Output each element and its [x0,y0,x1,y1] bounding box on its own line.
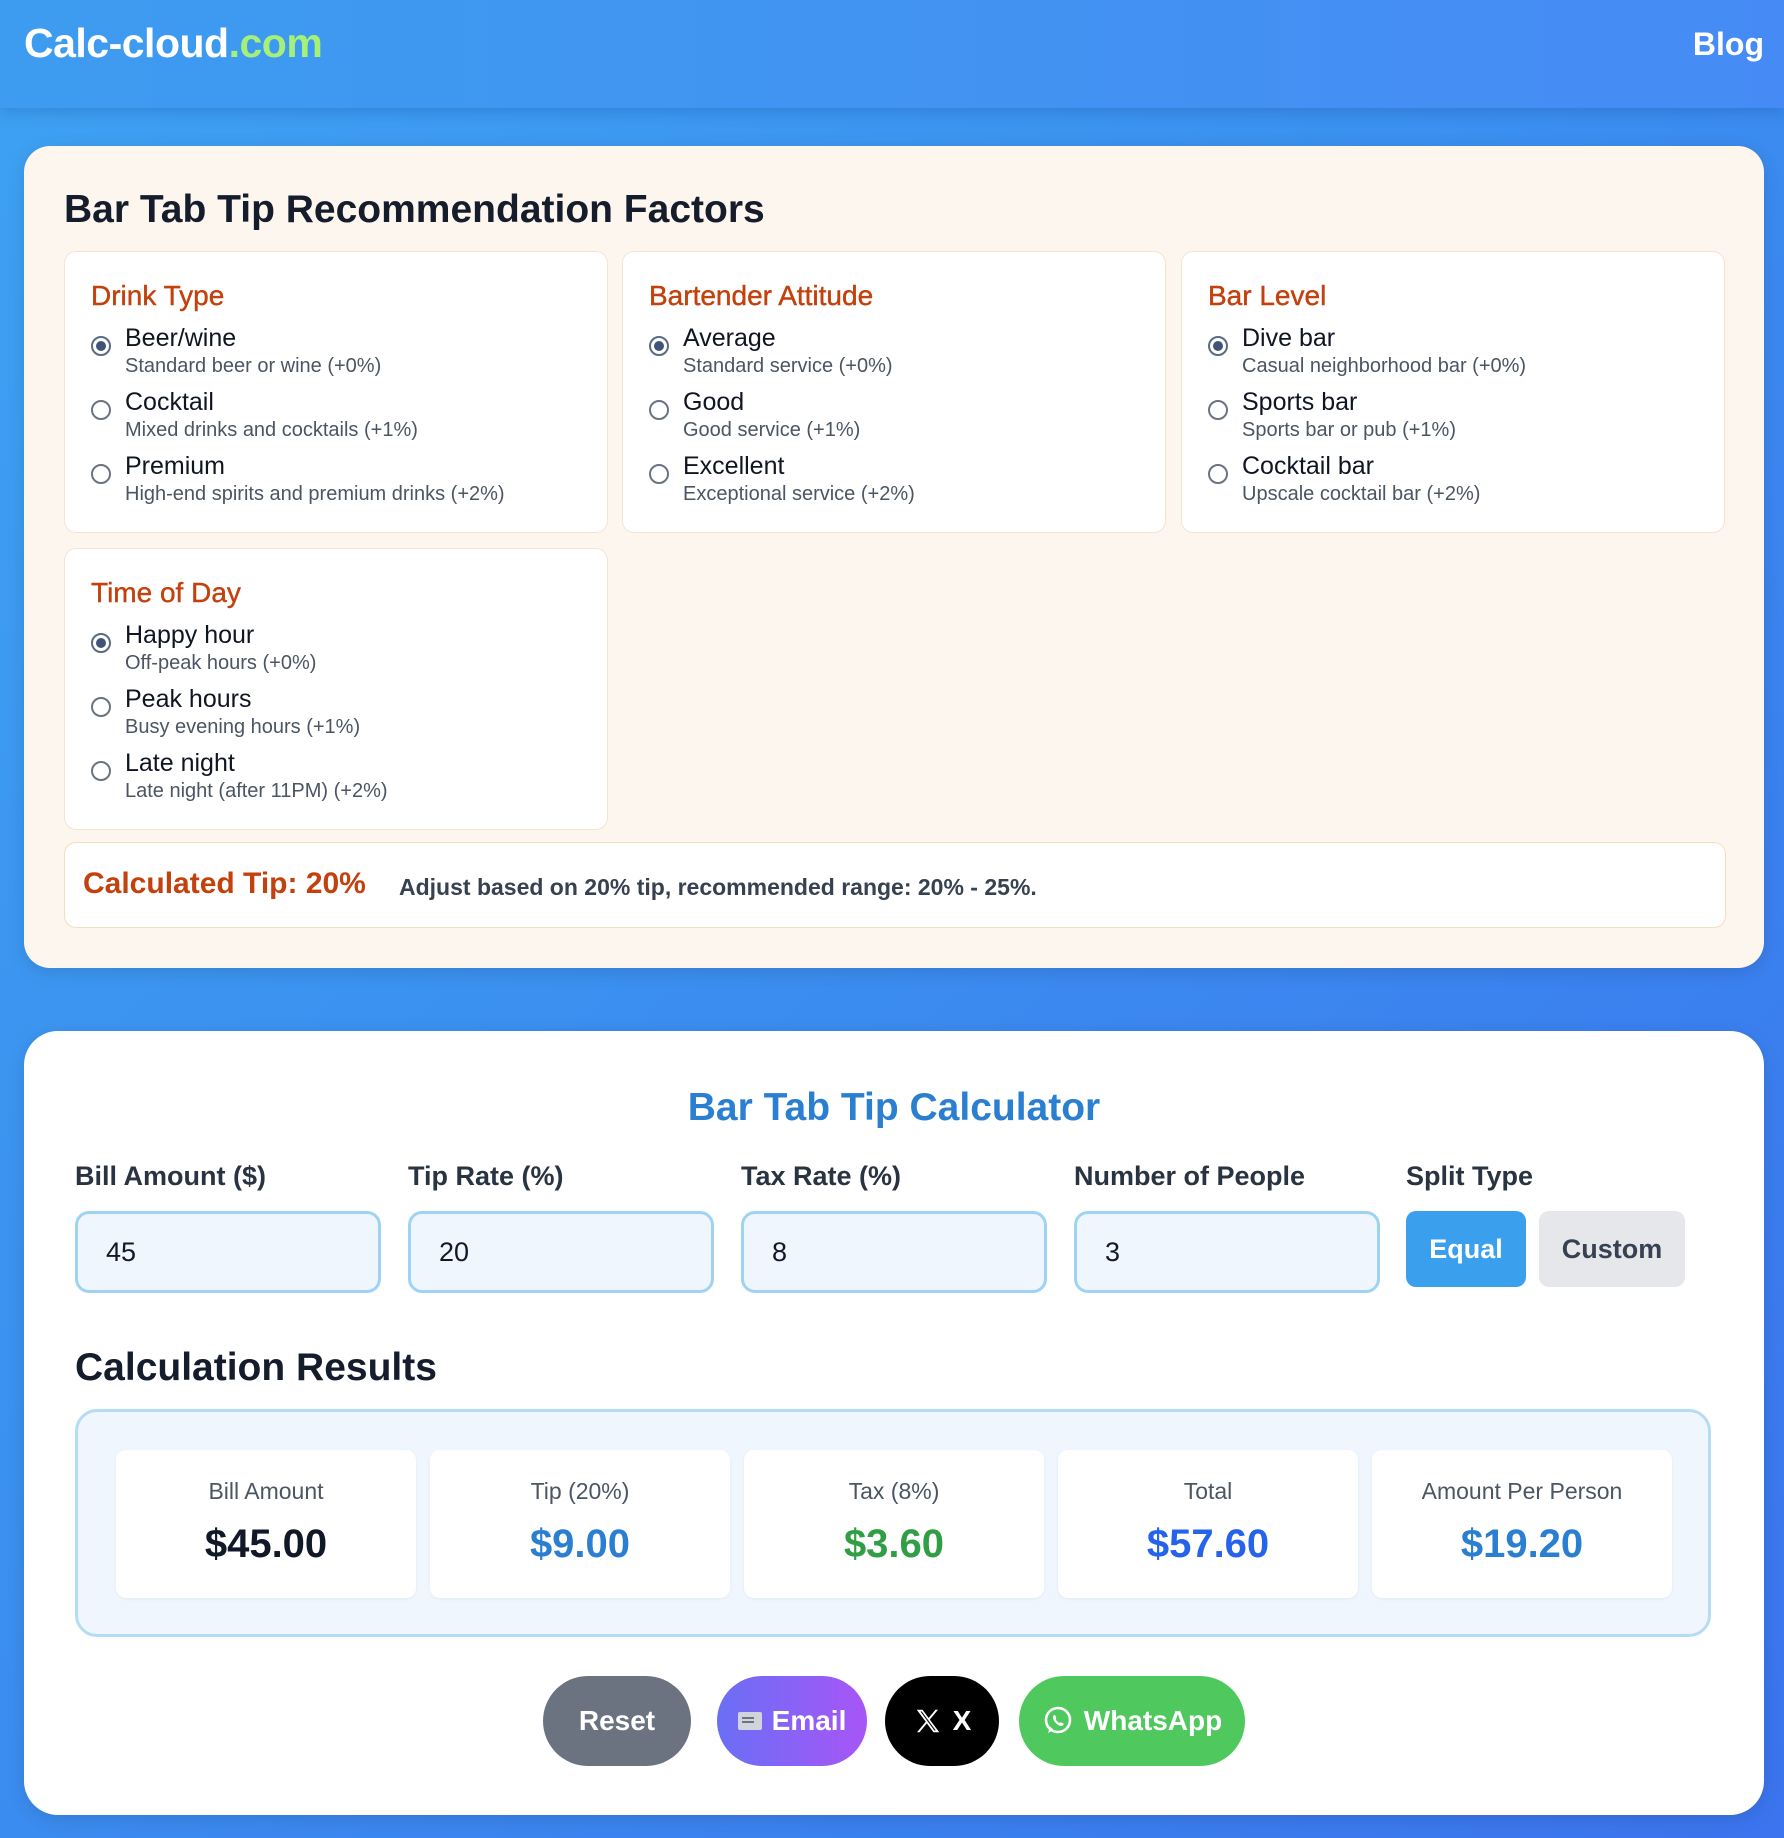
calculated-tip-note: Adjust based on 20% tip, recommended ran… [399,874,1037,900]
option-description: Sports bar or pub (+1%) [1242,419,1456,441]
result-tax: Tax (8%) $3.60 [744,1450,1044,1598]
bill-amount-label: Bill Amount ($) [75,1161,266,1191]
factor-group-drink-type: Drink Type Beer/wine Standard beer or wi… [64,251,608,533]
option-description: Upscale cocktail bar (+2%) [1242,483,1481,505]
option-label: Late night [125,749,235,777]
x-share-button[interactable]: X [885,1676,999,1766]
tip-rate-input[interactable] [408,1211,714,1293]
whatsapp-label: WhatsApp [1083,1705,1223,1736]
result-tip: Tip (20%) $9.00 [430,1450,730,1598]
radio-button[interactable] [91,697,111,717]
factor-group-title: Bar Level [1208,280,1327,311]
whatsapp-share-button[interactable]: WhatsApp [1019,1676,1245,1766]
option-description: Off-peak hours (+0%) [125,652,317,674]
nav-blog-link[interactable]: Blog [1693,26,1764,63]
results-title: Calculation Results [75,1346,437,1389]
split-custom-button[interactable]: Custom [1539,1211,1685,1287]
number-of-people-input[interactable] [1074,1211,1380,1293]
top-navbar: Calc-cloud.com Blog [0,0,1784,108]
radio-button[interactable] [91,400,111,420]
envelope-icon [737,1712,762,1730]
radio-button[interactable] [91,633,111,653]
factors-title: Bar Tab Tip Recommendation Factors [64,188,765,231]
result-value: $45.00 [204,1522,328,1566]
reset-button[interactable]: Reset [543,1676,691,1766]
radio-button[interactable] [91,336,111,356]
calculated-tip-label: Calculated Tip: 20% [83,867,366,900]
option-label: Average [683,324,776,352]
whatsapp-icon [1042,1705,1074,1737]
x-label: X [952,1705,972,1736]
bill-amount-input[interactable] [75,1211,381,1293]
radio-button[interactable] [1208,336,1228,356]
option-description: Casual neighborhood bar (+0%) [1242,355,1527,377]
radio-button[interactable] [91,464,111,484]
split-type-label: Split Type [1406,1161,1534,1191]
option-label: Happy hour [125,621,255,649]
option-label: Sports bar [1242,388,1358,416]
option-description: Standard service (+0%) [683,355,893,377]
result-amount-per-person: Amount Per Person $19.20 [1372,1450,1672,1598]
option-label: Beer/wine [125,324,237,352]
option-label: Cocktail bar [1242,452,1374,480]
option-description: High-end spirits and premium drinks (+2%… [125,483,505,505]
factor-group-bartender-attitude: Bartender Attitude Average Standard serv… [622,251,1166,533]
option-label: Excellent [683,452,785,480]
option-description: Mixed drinks and cocktails (+1%) [125,419,418,441]
result-label: Total [1183,1478,1233,1504]
brand-domain: .com [228,20,323,66]
result-value: $57.60 [1146,1522,1270,1566]
calculated-tip-banner: Calculated Tip: 20% Adjust based on 20% … [64,842,1726,928]
result-label: Bill Amount [208,1478,324,1504]
option-description: Busy evening hours (+1%) [125,716,361,738]
tax-rate-input[interactable] [741,1211,1047,1293]
number-of-people-label: Number of People [1074,1161,1306,1191]
reset-label: Reset [578,1705,656,1736]
option-label: Dive bar [1242,324,1336,352]
factor-group-title: Drink Type [91,280,225,311]
brand-name: Calc-cloud [24,20,229,66]
result-label: Tip (20%) [530,1478,630,1504]
factor-group-time-of-day: Time of Day Happy hour Off-peak hours (+… [64,548,608,830]
result-bill-amount: Bill Amount $45.00 [116,1450,416,1598]
radio-button[interactable] [1208,400,1228,420]
result-label: Amount Per Person [1421,1478,1623,1504]
tip-calculator-card: Bar Tab Tip Calculator Bill Amount ($) T… [24,1031,1764,1815]
result-value: $9.00 [529,1522,631,1566]
calculator-title: Bar Tab Tip Calculator [687,1086,1101,1129]
radio-button[interactable] [649,464,669,484]
result-total: Total $57.60 [1058,1450,1358,1598]
radio-button[interactable] [649,400,669,420]
email-share-button[interactable]: Email [717,1676,867,1766]
option-description: Standard beer or wine (+0%) [125,355,382,377]
radio-button[interactable] [1208,464,1228,484]
radio-button[interactable] [649,336,669,356]
tip-factors-card: Bar Tab Tip Recommendation Factors Drink… [24,146,1764,968]
tip-rate-label: Tip Rate (%) [408,1161,564,1191]
x-logo-icon [913,1706,943,1736]
split-equal-button[interactable]: Equal [1406,1211,1526,1287]
result-value: $3.60 [843,1522,945,1566]
radio-button[interactable] [91,761,111,781]
factor-group-bar-level: Bar Level Dive bar Casual neighborhood b… [1181,251,1725,533]
option-label: Good [683,388,745,416]
option-label: Peak hours [125,685,252,713]
option-description: Late night (after 11PM) (+2%) [125,780,388,802]
option-label: Cocktail [125,388,214,416]
option-description: Exceptional service (+2%) [683,483,915,505]
option-label: Premium [125,452,226,480]
tax-rate-label: Tax Rate (%) [741,1161,902,1191]
factor-group-title: Bartender Attitude [649,280,874,311]
site-logo[interactable]: Calc-cloud.com [24,20,323,67]
result-label: Tax (8%) [848,1478,940,1504]
option-description: Good service (+1%) [683,419,861,441]
factor-group-title: Time of Day [91,577,241,608]
results-panel: Bill Amount $45.00 Tip (20%) $9.00 Tax (… [75,1409,1711,1637]
result-value: $19.20 [1460,1522,1584,1566]
email-label: Email [771,1705,847,1736]
